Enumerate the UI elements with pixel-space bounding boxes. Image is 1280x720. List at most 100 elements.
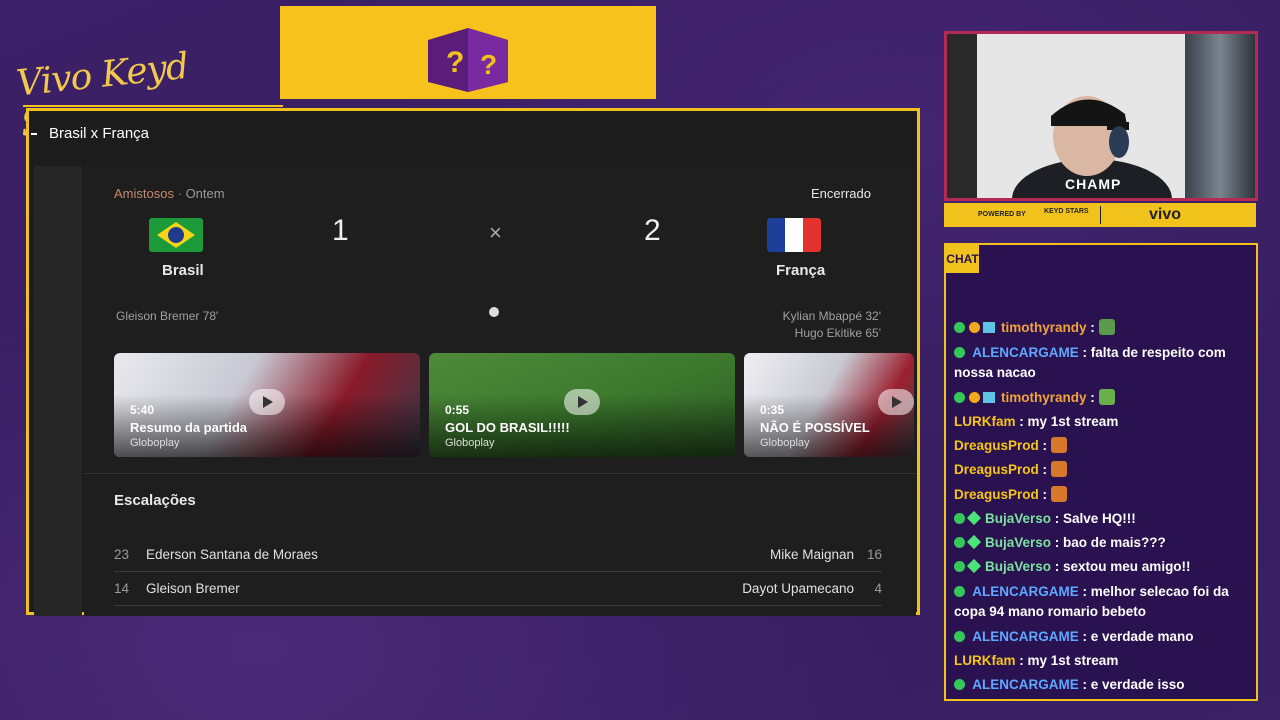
chat-message: LURKfam : my 1st stream [954,653,1119,668]
video-source: Globoplay [445,437,495,449]
soccer-ball-icon [489,307,499,317]
lineups-title: Escalações [114,492,196,509]
chat-message: BujaVerso : bao de mais??? [954,533,1254,553]
brazil-flag-icon[interactable] [149,218,203,252]
chat-username[interactable]: LURKfam [954,653,1016,668]
chat-username[interactable]: ALENCARGAME [972,677,1079,692]
chat-message: DreagusProd : [954,460,1254,480]
dash-icon [31,133,37,136]
video-title: Resumo da partida [130,420,248,435]
home-player-name: Gleison Bremer [146,581,240,596]
chat-message: ALENCARGAME : melhor selecao foi da copa… [954,584,1229,619]
play-icon[interactable] [878,389,914,415]
away-scorer: Kylian Mbappé 32' [782,309,881,323]
chat-panel: CHAT timothyrandy : ALENCARGAME : falta … [944,243,1258,701]
chat-message: timothyrandy : [954,318,1254,338]
lineup-row[interactable]: 23 Ederson Santana de Moraes Mike Maignan… [114,547,882,581]
chat-label: CHAT [946,245,979,273]
away-player-name: Dayot Upamecano [742,581,854,596]
badge-icon [969,392,980,403]
match-card: Amistosos · Ontem Encerrado Brasil 1 × 2… [84,166,916,616]
browser-capture-frame: Brasil x França Amistosos · Ontem Encerr… [23,105,920,616]
powered-by-label: POWERED BY [978,211,1026,218]
chat-message: BujaVerso : Salve HQ!!! [954,509,1254,529]
mystery-box-banner: ? ? [280,6,656,99]
video-card[interactable]: 5:40 Resumo da partida Globoplay [114,353,420,457]
chat-username[interactable]: ALENCARGAME [972,584,1079,599]
home-scorer: Gleison Bremer 78' [116,309,219,323]
chat-message: LURKfam : my 1st stream [954,414,1119,429]
badge-icon [954,586,965,597]
video-source: Globoplay [130,437,180,449]
match-header-title: Brasil x França [49,125,150,142]
video-title: NÃO É POSSÍVEL [760,420,870,435]
chat-username[interactable]: LURKfam [954,414,1016,429]
chat-username[interactable]: BujaVerso [985,511,1051,526]
emote-icon [1050,486,1067,502]
home-player-name: Ederson Santana de Moraes [146,547,318,562]
chat-message: DreagusProd : [954,436,1254,456]
video-card[interactable]: 0:35 NÃO É POSSÍVEL Globoplay [744,353,914,457]
champ-overlay-text: CHAMP [1065,176,1122,192]
video-duration: 5:40 [130,403,155,417]
chat-message: BujaVerso : sextou meu amigo!! [954,557,1254,577]
chat-username[interactable]: DreagusProd [954,462,1039,477]
chat-text: bao de mais??? [1063,535,1166,550]
badge-icon [954,322,965,333]
badge-icon [954,347,965,358]
badge-icon [954,537,965,548]
gem-icon [966,510,982,526]
emote-icon [1050,461,1067,477]
chat-username[interactable]: ALENCARGAME [972,345,1079,360]
play-icon[interactable] [564,389,600,415]
home-score: 1 [332,214,349,247]
badge-icon [954,679,965,690]
emote-icon [1098,389,1115,405]
competition-sep: · [177,186,182,201]
chat-username[interactable]: BujaVerso [985,559,1051,574]
play-icon[interactable] [249,389,285,415]
home-team-name[interactable]: Brasil [162,262,204,279]
chat-text: sextou meu amigo!! [1063,559,1191,574]
left-strip [34,166,82,616]
lineup-row[interactable]: 14 Gleison Bremer Dayot Upamecano 4 [114,581,882,615]
badge-icon [954,392,965,403]
row-divider [114,571,882,572]
search-header: Brasil x França [31,125,149,142]
chat-username[interactable]: timothyrandy [1001,390,1087,405]
badge-icon [983,392,995,403]
row-divider [114,605,882,606]
competition-name[interactable]: Amistosos [114,186,174,201]
chat-message: DreagusProd : [954,485,1254,505]
mystery-box-icon: ? ? [428,28,508,92]
chat-text: my 1st stream [1027,414,1119,429]
video-source: Globoplay [760,437,810,449]
chat-username[interactable]: timothyrandy [1001,320,1087,335]
vs-separator: × [489,220,502,245]
video-duration: 0:55 [445,403,470,417]
chat-username[interactable]: BujaVerso [985,535,1051,550]
chat-text: Salve HQ!!! [1063,511,1136,526]
away-player-number: 16 [866,547,882,562]
emote-icon [1098,319,1115,335]
video-card[interactable]: 0:55 GOL DO BRASIL!!!!! Globoplay [429,353,735,457]
divider [84,473,916,474]
video-title: GOL DO BRASIL!!!!! [445,420,570,435]
home-player-number: 23 [114,547,130,562]
chat-username[interactable]: ALENCARGAME [972,629,1079,644]
france-flag-icon[interactable] [767,218,821,252]
match-date: Ontem [185,186,225,201]
svg-text:?: ? [480,49,497,80]
away-player-name: Mike Maignan [769,547,854,562]
away-player-number: 4 [874,581,882,596]
chat-username[interactable]: DreagusProd [954,487,1039,502]
gem-icon [966,558,982,574]
chat-text: my 1st stream [1027,653,1119,668]
away-team-name[interactable]: França [776,262,825,279]
badge-icon [969,322,980,333]
chat-message: ALENCARGAME : e verdade isso [954,675,1254,695]
chat-username[interactable]: DreagusProd [954,438,1039,453]
badge-icon [954,513,965,524]
badge-icon [983,322,995,333]
away-scorer: Hugo Ekitike 65' [794,326,881,340]
